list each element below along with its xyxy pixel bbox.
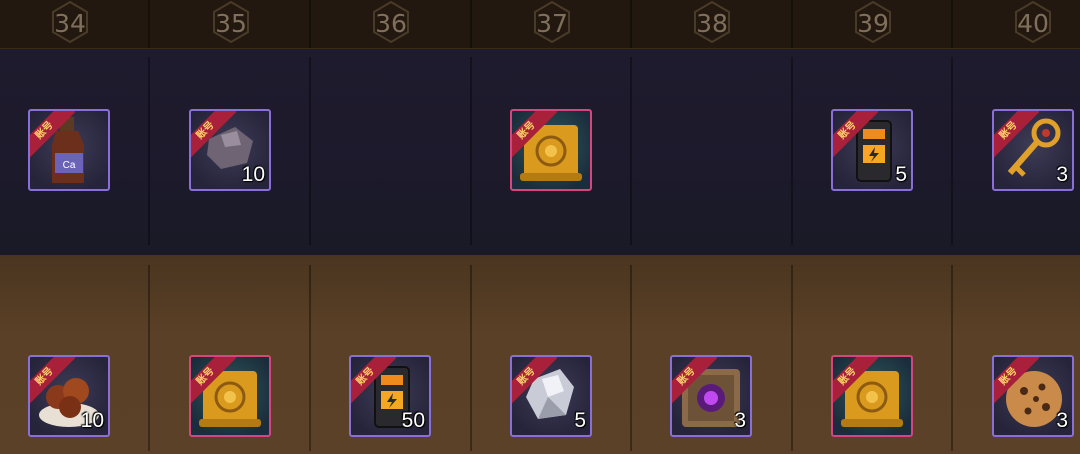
level-number: 40 bbox=[1017, 9, 1049, 38]
reward-item-portal[interactable]: 账号 3 bbox=[670, 355, 752, 437]
reward-item-ore[interactable]: 账号 10 bbox=[189, 109, 271, 191]
item-quantity: 3 bbox=[734, 409, 746, 432]
level-35: 35 bbox=[151, 0, 311, 48]
reward-item-meat[interactable]: 账号 10 bbox=[28, 355, 110, 437]
reward-item-crystal[interactable]: 账号 5 bbox=[510, 355, 592, 437]
level-header: 34 35 36 37 38 39 40 bbox=[0, 0, 1080, 49]
level-number: 37 bbox=[536, 9, 568, 38]
level-39: 39 bbox=[793, 0, 953, 48]
level-34: 34 bbox=[0, 0, 150, 48]
item-quantity: 5 bbox=[574, 409, 586, 432]
level-37: 37 bbox=[472, 0, 632, 48]
level-number: 35 bbox=[215, 9, 247, 38]
reward-item-battery[interactable]: 账号 5 bbox=[831, 109, 913, 191]
level-number: 36 bbox=[375, 9, 407, 38]
reward-item-scroll[interactable]: 账号 bbox=[189, 355, 271, 437]
level-number: 34 bbox=[54, 9, 86, 38]
reward-item-scroll[interactable]: 账号 bbox=[510, 109, 592, 191]
level-40: 40 bbox=[953, 0, 1080, 48]
item-quantity: 50 bbox=[401, 409, 425, 432]
level-38: 38 bbox=[632, 0, 792, 48]
reward-item-soda[interactable]: Ca 账号 bbox=[28, 109, 110, 191]
item-quantity: 10 bbox=[80, 409, 104, 432]
level-36: 36 bbox=[311, 0, 471, 48]
reward-item-battery[interactable]: 账号 50 bbox=[349, 355, 431, 437]
level-number: 38 bbox=[696, 9, 728, 38]
reward-item-cookie[interactable]: 账号 3 bbox=[992, 355, 1074, 437]
premium-reward-row: 账号 10 账号 账号 50 账号 5 账号 3 账号 账号 3 bbox=[0, 255, 1080, 454]
level-number: 39 bbox=[857, 9, 889, 38]
item-quantity: 3 bbox=[1056, 409, 1068, 432]
item-quantity: 5 bbox=[895, 163, 907, 186]
svg-text:Ca: Ca bbox=[63, 160, 76, 171]
item-quantity: 10 bbox=[241, 163, 265, 186]
reward-item-scroll[interactable]: 账号 bbox=[831, 355, 913, 437]
reward-item-key[interactable]: 账号 3 bbox=[992, 109, 1074, 191]
item-quantity: 3 bbox=[1056, 163, 1068, 186]
free-reward-row: Ca 账号 账号 10 账号 账号 5 账号 3 bbox=[0, 49, 1080, 255]
